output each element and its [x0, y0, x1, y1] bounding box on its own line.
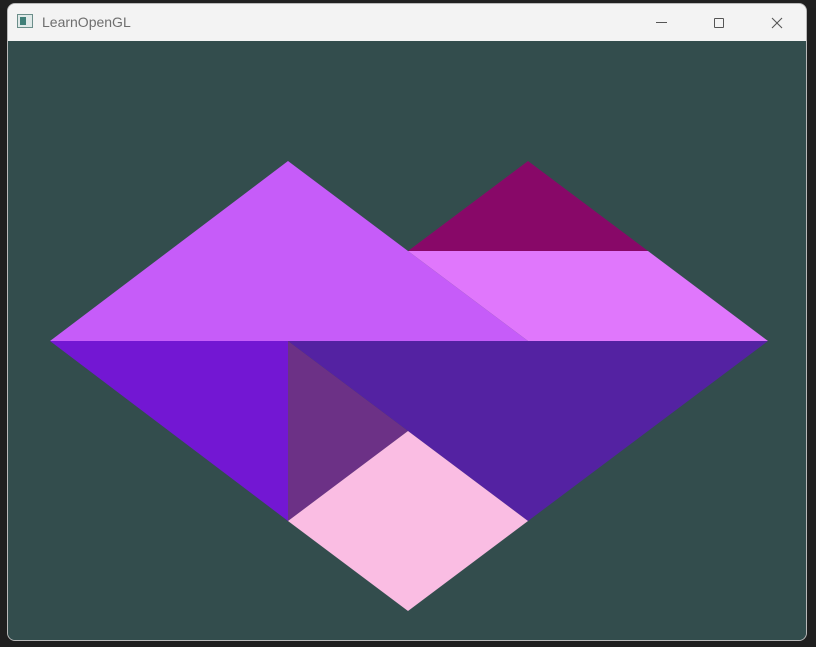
- close-button[interactable]: [748, 4, 806, 41]
- app-window-icon: [17, 14, 33, 28]
- tangram-scene: [8, 41, 806, 640]
- title-bar[interactable]: LearnOpenGL: [8, 4, 806, 41]
- window-title: LearnOpenGL: [42, 14, 131, 30]
- maximize-button[interactable]: [690, 4, 748, 41]
- opengl-canvas: [8, 41, 806, 640]
- close-icon: [771, 17, 783, 28]
- maximize-icon: [714, 17, 724, 28]
- minimize-button[interactable]: [632, 4, 690, 41]
- minimize-icon: [655, 22, 667, 23]
- app-window: LearnOpenGL: [7, 3, 807, 641]
